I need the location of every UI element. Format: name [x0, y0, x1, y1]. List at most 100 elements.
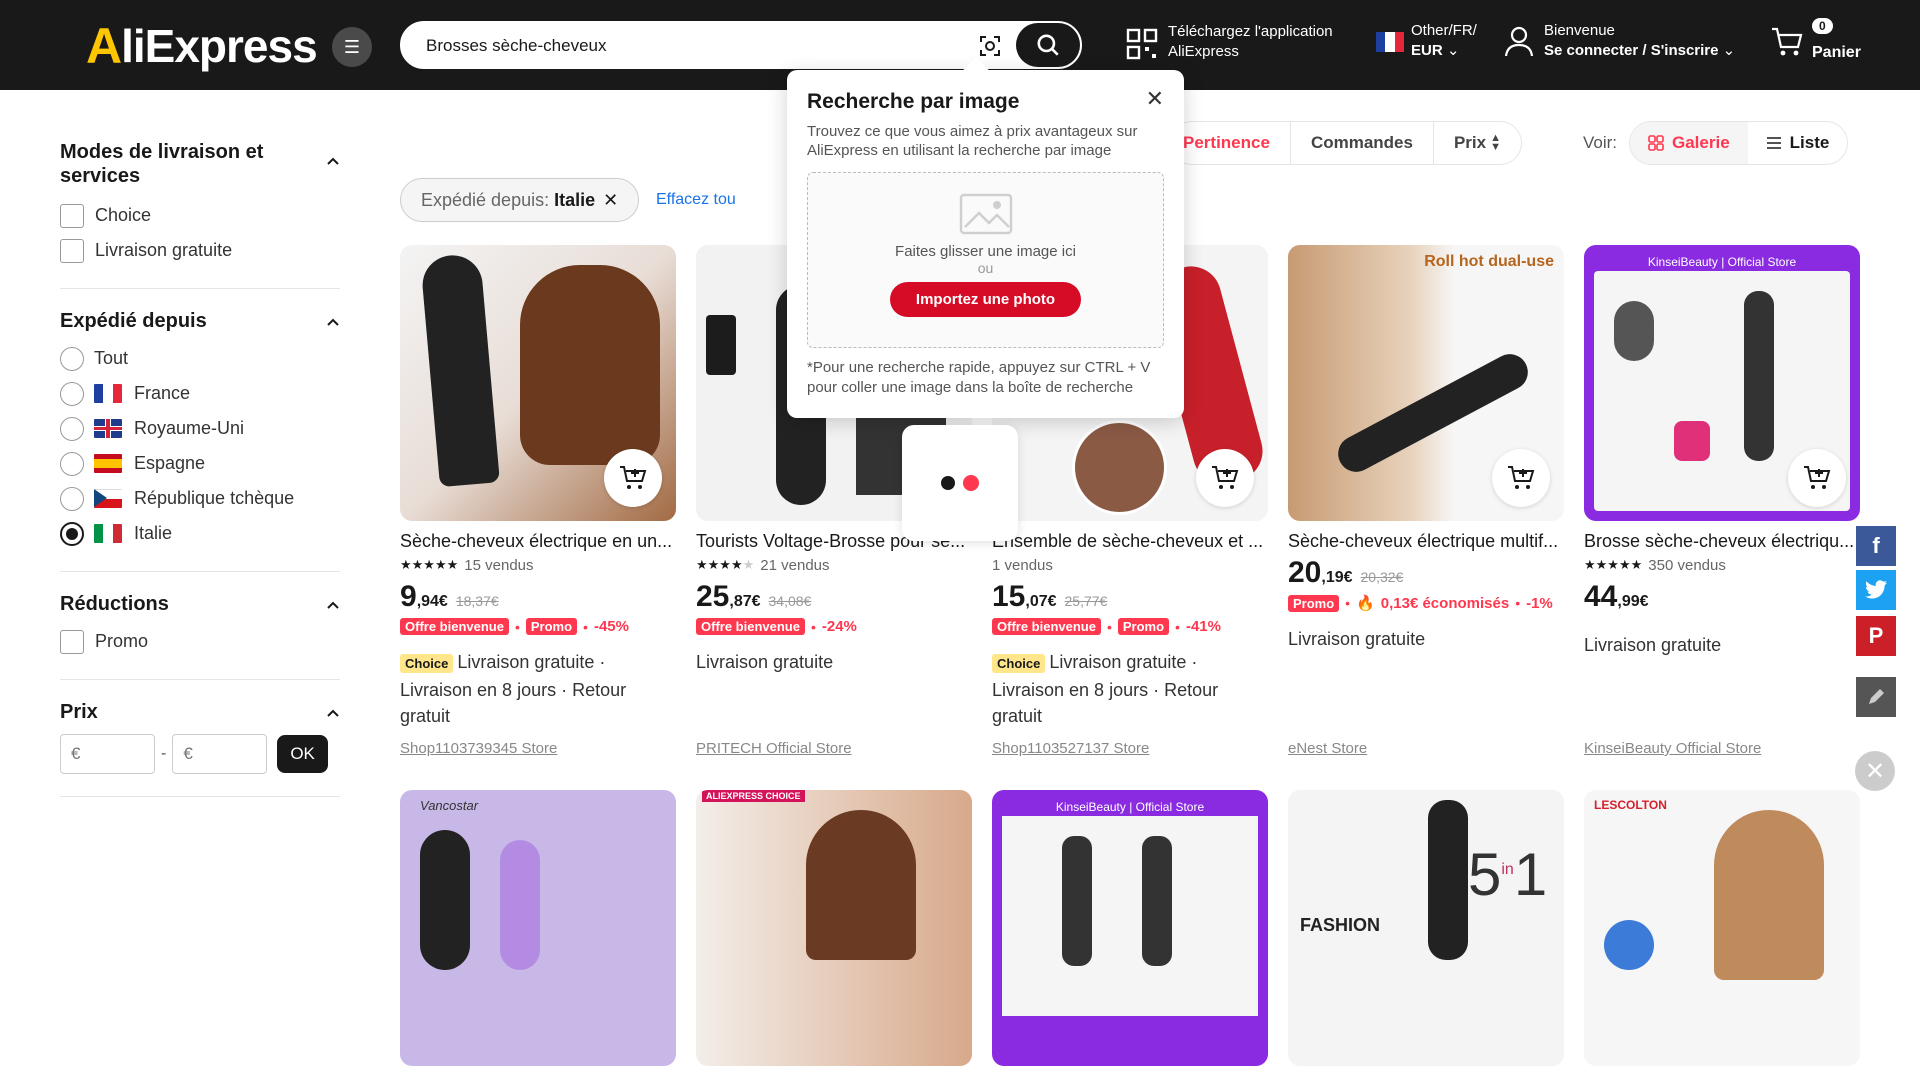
sort-price[interactable]: Prix ▲ ▼: [1434, 122, 1521, 164]
product-price: 9,94€ 18,37€: [400, 580, 676, 614]
pinterest-icon[interactable]: P: [1856, 616, 1896, 656]
aliexpress-logo[interactable]: AliExpress: [86, 18, 318, 74]
price-int: 44: [1584, 580, 1618, 613]
product-image[interactable]: Roll hot dual-use: [1288, 245, 1564, 521]
sort-arrows-icon: ▲ ▼: [1490, 132, 1501, 153]
product-price: 25,87€ 34,08€: [696, 580, 972, 614]
product-image[interactable]: KinseiBeauty | Official Store: [992, 790, 1268, 1066]
store-link[interactable]: Shop1103527137 Store: [992, 740, 1149, 757]
chevron-up-icon[interactable]: [326, 598, 340, 612]
app-line1: Téléchargez l'application: [1168, 23, 1333, 40]
account-menu[interactable]: Bienvenue Se connecter / S'inscrire ⌄: [1544, 21, 1735, 61]
radio-button[interactable]: [60, 486, 84, 511]
gallery-view-button[interactable]: Galerie: [1630, 122, 1748, 164]
filter-free-shipping[interactable]: Livraison gratuite: [60, 233, 340, 268]
shipping-info: Livraison gratuite: [1584, 635, 1722, 655]
clear-all-link[interactable]: Effacez tou: [656, 191, 736, 209]
sort-relevance[interactable]: Pertinence: [1171, 122, 1291, 164]
product-title[interactable]: Sèche-cheveux électrique multif...: [1288, 531, 1564, 552]
loader-dot-icon: [963, 475, 979, 491]
product-image[interactable]: KinseiBeauty | Official Store: [1584, 245, 1860, 521]
search-button[interactable]: [1016, 23, 1080, 67]
checkbox[interactable]: [60, 629, 84, 654]
radio-button[interactable]: [60, 381, 84, 406]
close-icon[interactable]: ✕: [603, 190, 618, 211]
product-image[interactable]: LESCOLTON: [1584, 790, 1860, 1066]
radio-czech[interactable]: République tchèque: [60, 481, 340, 516]
add-to-cart-button[interactable]: [604, 449, 662, 507]
option-label: Livraison gratuite: [95, 240, 233, 260]
rating-stars: ★★★★★: [400, 557, 459, 572]
add-to-cart-button[interactable]: [1788, 449, 1846, 507]
or-text: ou: [977, 260, 994, 276]
filter-promo[interactable]: Promo: [60, 624, 340, 659]
chevron-up-icon[interactable]: [326, 315, 340, 329]
chevron-up-icon[interactable]: [326, 706, 340, 720]
product-image[interactable]: [400, 245, 676, 521]
menu-icon[interactable]: ☰: [332, 27, 372, 67]
download-app-link[interactable]: Téléchargez l'application AliExpress: [1168, 22, 1333, 62]
chevron-down-icon: ⌄: [1446, 42, 1460, 59]
active-filter-chip[interactable]: Expédié depuis: Italie ✕: [400, 178, 640, 222]
store-link[interactable]: eNest Store: [1288, 740, 1367, 757]
cart-icon[interactable]: [1770, 26, 1804, 63]
filter-choice[interactable]: Choice: [60, 198, 340, 233]
checkbox[interactable]: [60, 238, 84, 263]
qr-icon[interactable]: [1126, 28, 1158, 65]
close-icon[interactable]: ✕: [1146, 86, 1164, 112]
sort-bar: Pertinence Commandes Prix ▲ ▼: [1170, 121, 1522, 165]
radio-italy[interactable]: Italie: [60, 516, 340, 551]
product-image-caption: KinseiBeauty | Official Store: [1647, 255, 1797, 269]
price-dec: ,99€: [1617, 593, 1649, 610]
image-dropzone[interactable]: Faites glisser une image ici ou Importez…: [807, 172, 1164, 348]
product-title[interactable]: Sèche-cheveux électrique en un...: [400, 531, 676, 552]
add-to-cart-button[interactable]: [1196, 449, 1254, 507]
cart-count-badge: 0: [1812, 18, 1833, 34]
user-icon[interactable]: [1504, 26, 1534, 63]
radio-all[interactable]: Tout: [60, 341, 340, 376]
product-image[interactable]: 5in1 FASHION: [1288, 790, 1564, 1066]
product-image[interactable]: Vancostar: [400, 790, 676, 1066]
view-toggle: Galerie Liste: [1629, 121, 1849, 165]
camera-search-icon[interactable]: [975, 31, 1005, 61]
product-price: 44,99€: [1584, 580, 1860, 614]
search-input[interactable]: [426, 33, 966, 59]
radio-button[interactable]: [60, 451, 84, 476]
facebook-icon[interactable]: f: [1856, 526, 1896, 566]
product-title[interactable]: Brosse sèche-cheveux électriqu...: [1584, 531, 1860, 552]
radio-button[interactable]: [60, 346, 84, 371]
price-min-input[interactable]: [60, 734, 155, 774]
product-card[interactable]: Roll hot dual-use Sèche-cheveux électriq…: [1288, 245, 1564, 652]
store-link[interactable]: Shop1103739345 Store: [400, 740, 557, 757]
product-image[interactable]: ALIEXPRESS CHOICE: [696, 790, 972, 1066]
close-icon[interactable]: ✕: [1855, 751, 1895, 791]
italy-flag-icon: [94, 524, 122, 543]
list-view-button[interactable]: Liste: [1748, 122, 1848, 164]
radio-uk[interactable]: Royaume-Uni: [60, 411, 340, 446]
radio-button[interactable]: [60, 416, 84, 441]
edit-icon[interactable]: [1856, 677, 1896, 717]
cart-label[interactable]: Panier: [1812, 43, 1861, 63]
radio-france[interactable]: France: [60, 376, 340, 411]
product-title[interactable]: Ensemble de sèche-cheveux et ...: [992, 531, 1268, 552]
flag-icon: [1376, 32, 1404, 52]
twitter-icon[interactable]: [1856, 570, 1896, 610]
discount-pct: -24%: [821, 618, 857, 635]
checkbox[interactable]: [60, 203, 84, 228]
radio-button-selected[interactable]: [60, 521, 84, 546]
sort-orders[interactable]: Commandes: [1291, 122, 1434, 164]
product-card[interactable]: KinseiBeauty | Official Store Brosse sèc…: [1584, 245, 1860, 658]
price-int: 20: [1288, 556, 1322, 589]
store-link[interactable]: PRITECH Official Store: [696, 740, 852, 757]
radio-spain[interactable]: Espagne: [60, 446, 340, 481]
product-card[interactable]: Sèche-cheveux électrique en un... ★★★★★ 1…: [400, 245, 676, 729]
store-link[interactable]: KinseiBeauty Official Store: [1584, 740, 1761, 757]
chevron-up-icon[interactable]: [326, 154, 340, 168]
price-max-input[interactable]: [172, 734, 268, 774]
add-to-cart-button[interactable]: [1492, 449, 1550, 507]
price-ok-button[interactable]: OK: [277, 735, 328, 773]
locale-selector[interactable]: Other/FR/ EUR ⌄: [1411, 21, 1477, 61]
product-image-caption: LESCOLTON: [1594, 798, 1667, 812]
price-title: Prix: [60, 701, 98, 723]
upload-photo-button[interactable]: Importez une photo: [889, 282, 1082, 317]
